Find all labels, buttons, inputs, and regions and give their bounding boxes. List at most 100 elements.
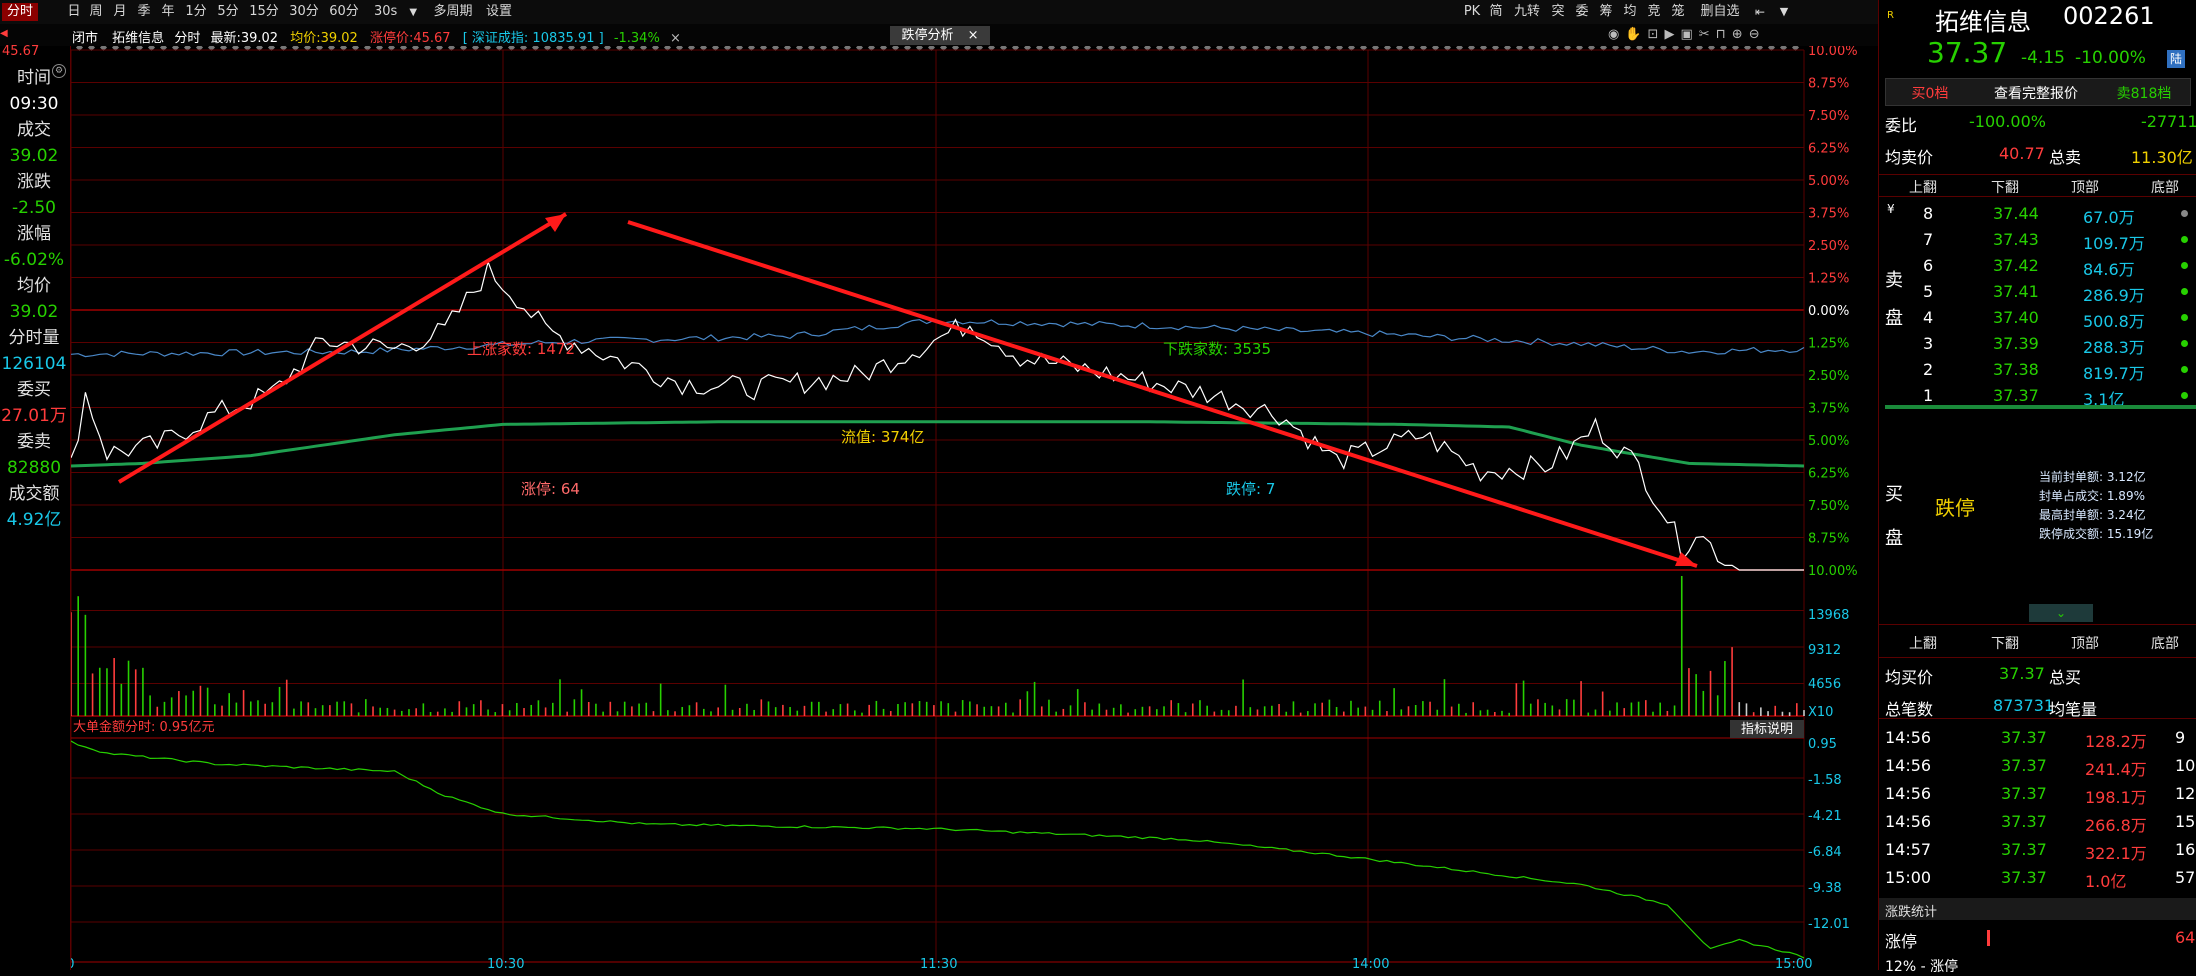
sell-price: 37.41 — [1993, 282, 2039, 301]
limit-down-analysis-tab[interactable]: 跌停分析 × — [890, 26, 990, 45]
full-quote-button[interactable]: 查看完整报价 — [1976, 83, 2096, 103]
quote-value: 39.02 — [9, 146, 59, 166]
tick-price: 37.37 — [2001, 812, 2047, 831]
buy-levels-button[interactable]: 买0档 — [1886, 83, 1974, 103]
stats-bar — [1987, 930, 1990, 946]
tab-month[interactable]: 月 — [110, 3, 130, 21]
wei-button[interactable]: 委 — [1572, 3, 1592, 21]
tab-30s[interactable]: 30s ▼ — [368, 3, 417, 21]
avg-button[interactable]: 均 — [1620, 3, 1640, 21]
remove-watchlist-button[interactable]: 删自选 — [1694, 3, 1746, 21]
zoom-out-icon[interactable]: ⊖ — [1749, 27, 1766, 42]
tab-year[interactable]: 年 — [158, 3, 178, 21]
tab-close-icon[interactable]: × — [968, 28, 979, 43]
play-icon[interactable]: ▶ — [1664, 27, 1680, 42]
page-down-button[interactable]: 下翻 — [1991, 177, 2019, 197]
top-button-2[interactable]: 顶部 — [2071, 633, 2099, 653]
zoom-in-icon[interactable]: ⊕ — [1732, 27, 1749, 42]
sell-price: 37.44 — [1993, 204, 2039, 223]
tick-row[interactable]: 14:57 37.37 322.1万 16 — [1879, 836, 2196, 864]
pct-axis-label: 10.00% — [1808, 564, 1858, 579]
cage-button[interactable]: 笼 — [1668, 3, 1688, 21]
float-value-label: 流值: 374亿 — [841, 428, 924, 446]
pct-axis-label: 3.75% — [1808, 402, 1849, 417]
tick-row[interactable]: 15:00 37.37 1.0亿 572 — [1879, 864, 2196, 892]
sell-level-row[interactable]: 3 37.39 288.3万 — [1879, 330, 2196, 357]
sell-level-row[interactable]: 2 37.38 819.7万 — [1879, 356, 2196, 383]
tab-15min[interactable]: 15分 — [246, 3, 282, 21]
limit-up-label: 涨停价: — [369, 31, 414, 46]
tick-count: 10 — [2175, 756, 2196, 775]
seal-stat-line: 最高封单额: 3.24亿 — [2039, 508, 2146, 522]
sell-level-row[interactable]: 7 37.43 109.7万 — [1879, 226, 2196, 253]
tab-1min[interactable]: 1分 — [182, 3, 210, 21]
stock-title-name: 拓维信息 — [1935, 8, 2031, 36]
image-icon[interactable]: ▣ — [1680, 27, 1698, 42]
tab-fenshi[interactable]: 分时 — [2, 3, 38, 21]
simple-button[interactable]: 简 — [1486, 3, 1506, 21]
sell-level-number: 1 — [1923, 386, 1934, 405]
pct-axis-label: 2.50% — [1808, 239, 1849, 254]
avg-price-line — [71, 420, 1805, 468]
eye-icon[interactable]: ◉ — [1608, 27, 1625, 42]
tick-volume: 1.0亿 — [2085, 872, 2127, 891]
auction-button[interactable]: 竞 — [1644, 3, 1664, 21]
sell-level-row[interactable]: 6 37.42 84.6万 — [1879, 252, 2196, 279]
sell-level-number: 8 — [1923, 204, 1934, 223]
volume-axis-right: X10 — [1808, 705, 1833, 720]
tab-5min[interactable]: 5分 — [214, 3, 242, 21]
top-button[interactable]: 顶部 — [2071, 177, 2099, 197]
connect-tag: 陆 — [2167, 50, 2185, 68]
tab-60min[interactable]: 60分 — [326, 3, 362, 21]
bottom-button-2[interactable]: 底部 — [2151, 633, 2179, 653]
tab-week[interactable]: 周 — [86, 3, 106, 21]
bottom-button[interactable]: 底部 — [2151, 177, 2179, 197]
jiuzhuan-button[interactable]: 九转 — [1510, 3, 1544, 21]
chip-button[interactable]: 筹 — [1596, 3, 1616, 21]
chart-tools: ◉✋⊡▶▣✂⊓⊕⊖ — [1608, 27, 1798, 43]
index-label: [ 深证成指: 10835.91 ] — [462, 31, 604, 46]
tick-row[interactable]: 14:56 37.37 241.4万 10 — [1879, 752, 2196, 780]
page-up-button-2[interactable]: 上翻 — [1909, 633, 1937, 653]
tick-count: 9 — [2175, 728, 2186, 747]
up-count-label: 上涨家数: 1472 — [467, 340, 575, 358]
tick-time: 14:57 — [1885, 840, 1932, 859]
indicator-axis-right: -1.58 — [1808, 773, 1842, 788]
scissors-icon[interactable]: ✂ — [1699, 27, 1716, 42]
hand-icon[interactable]: ✋ — [1625, 27, 1647, 42]
collapse-left-icon[interactable]: ⇤ — [1750, 3, 1770, 21]
tab-multi-period[interactable]: 多周期 — [428, 3, 478, 21]
page-up-button[interactable]: 上翻 — [1909, 177, 1937, 197]
limit-up-count-label: 涨停: 64 — [521, 480, 580, 498]
tab-settings[interactable]: 设置 — [482, 3, 516, 21]
page-down-button-2[interactable]: 下翻 — [1991, 633, 2019, 653]
tick-row[interactable]: 14:56 37.37 198.1万 12 — [1879, 780, 2196, 808]
stats-limit-up-label: 涨停 — [1885, 932, 1918, 951]
pct-axis-label: 3.75% — [1808, 207, 1849, 222]
sell-level-row[interactable]: 8 37.44 67.0万 — [1879, 200, 2196, 227]
pct-axis-label: 5.00% — [1808, 174, 1849, 189]
tick-volume: 266.8万 — [2085, 816, 2147, 835]
tab-quarter[interactable]: 季 — [134, 3, 154, 21]
tick-row[interactable]: 14:56 37.37 266.8万 15 — [1879, 808, 2196, 836]
tick-row[interactable]: 14:56 37.37 128.2万 9 — [1879, 724, 2196, 752]
status-dot-icon — [2181, 236, 2188, 243]
sell-levels-button[interactable]: 卖818档 — [2098, 83, 2190, 103]
tab-30min[interactable]: 30分 — [286, 3, 322, 21]
intraday-chart[interactable]: 10.00% 8.75% 7.50% 6.25% 5.00% 3.75% 2.50% 1.25… — [71, 46, 1878, 970]
tu-button[interactable]: 突 — [1548, 3, 1568, 21]
expand-chevron-icon[interactable]: ⌄ — [2029, 604, 2093, 622]
pk-button[interactable]: PK — [1462, 3, 1482, 21]
menu-caret-icon[interactable]: ▼ — [1774, 3, 1794, 21]
avg-buy-label: 均买价 — [1885, 668, 1934, 687]
lock-icon[interactable]: ⊓ — [1716, 27, 1732, 42]
quote-value: -2.50 — [12, 198, 56, 218]
tab-day[interactable]: 日 — [64, 3, 84, 21]
info-close-icon[interactable]: × — [670, 31, 681, 46]
sell-level-row[interactable]: 5 37.41 286.9万 — [1879, 278, 2196, 305]
zoom-icon[interactable]: ⊡ — [1648, 27, 1665, 42]
time-axis-label: 15:00 — [1775, 957, 1812, 970]
pct-axis-label: 8.75% — [1808, 77, 1849, 92]
sell-level-row[interactable]: 4 37.40 500.8万 — [1879, 304, 2196, 331]
tick-volume: 198.1万 — [2085, 788, 2147, 807]
